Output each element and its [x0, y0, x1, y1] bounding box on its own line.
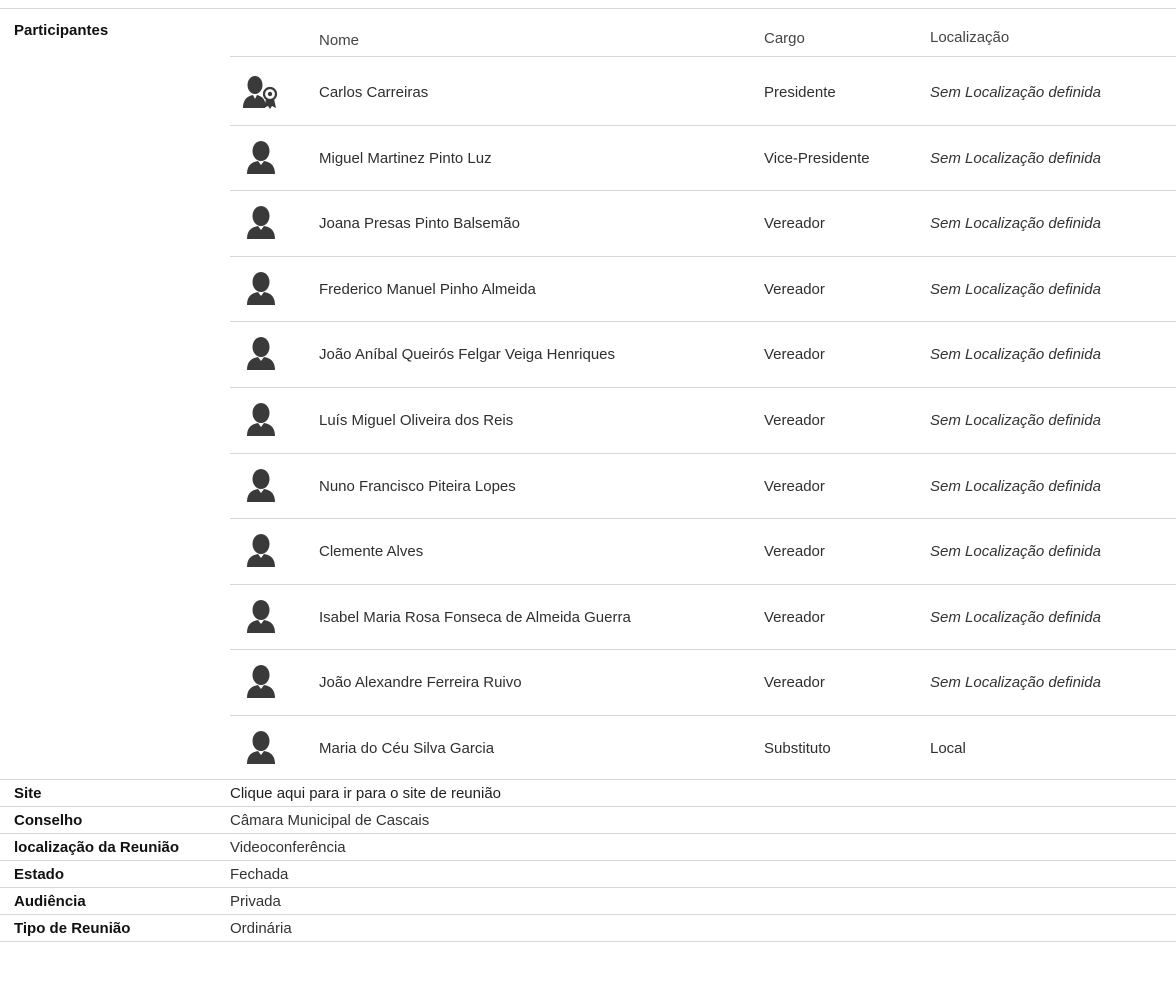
participant-role: Vereador	[764, 346, 825, 364]
status-value: Fechada	[230, 866, 289, 883]
participant-location: Sem Localização definida	[930, 346, 1101, 364]
president-icon	[241, 72, 281, 112]
header-divider	[230, 56, 1176, 57]
row-divider	[230, 584, 1176, 585]
participant-name: Luís Miguel Oliveira dos Reis	[319, 412, 514, 429]
participant-role: Presidente	[764, 84, 836, 101]
row-divider	[230, 125, 1176, 126]
column-header-location: Localização	[930, 29, 1010, 46]
top-divider	[0, 8, 1176, 9]
row-divider	[230, 256, 1176, 257]
audience-label: Audiência	[14, 893, 86, 910]
row-divider	[230, 715, 1176, 716]
participant-name: Clemente Alves	[319, 543, 424, 561]
council-label: Conselho	[14, 812, 83, 829]
detail-divider	[0, 941, 1176, 942]
participant-role: Vice-Presidente	[764, 149, 870, 167]
meeting-location-label: localização da Reunião	[14, 839, 180, 856]
participant-role: Vereador	[764, 280, 825, 298]
person-icon	[241, 334, 281, 374]
row-divider	[230, 453, 1176, 454]
person-icon	[241, 662, 281, 702]
meeting-type-label: Tipo de Reunião	[14, 920, 131, 937]
person-icon	[241, 531, 281, 571]
participant-name: Nuno Francisco Piteira Lopes	[319, 477, 516, 495]
meeting-type-value: Ordinária	[230, 920, 292, 937]
participant-role: Vereador	[764, 477, 825, 495]
person-icon	[241, 597, 281, 637]
status-label: Estado	[14, 866, 65, 883]
audience-value: Privada	[230, 893, 281, 910]
participant-location: Sem Localização definida	[930, 543, 1101, 561]
participant-name: Carlos Carreiras	[319, 84, 429, 101]
column-header-role: Cargo	[764, 30, 805, 47]
participant-name: João Alexandre Ferreira Ruivo	[319, 674, 522, 692]
participant-name: Miguel Martinez Pinto Luz	[319, 149, 492, 167]
meeting-location-value: Videoconferência	[230, 839, 346, 856]
participant-location: Sem Localização definida	[930, 608, 1101, 626]
participant-role: Vereador	[764, 608, 825, 626]
person-icon	[241, 400, 281, 440]
participant-name: Joana Presas Pinto Balsemão	[319, 215, 520, 233]
participant-name: Maria do Céu Silva Garcia	[319, 740, 495, 757]
participant-location: Sem Localização definida	[930, 280, 1101, 298]
participant-location: Sem Localização definida	[930, 477, 1101, 495]
participant-name: Isabel Maria Rosa Fonseca de Almeida Gue…	[319, 608, 631, 626]
participant-role: Vereador	[764, 543, 825, 561]
person-icon	[241, 269, 281, 309]
detail-divider	[0, 860, 1176, 861]
participant-location: Sem Localização definida	[930, 84, 1101, 101]
participant-location: Sem Localização definida	[930, 674, 1101, 692]
participant-role: Vereador	[764, 674, 825, 692]
participant-location: Sem Localização definida	[930, 149, 1101, 167]
detail-divider	[0, 914, 1176, 915]
detail-divider	[0, 833, 1176, 834]
details-top-divider	[0, 779, 1176, 780]
council-value: Câmara Municipal de Cascais	[230, 812, 430, 829]
participants-label: Participantes	[14, 22, 109, 39]
detail-divider	[0, 806, 1176, 807]
participant-location: Sem Localização definida	[930, 215, 1101, 233]
participant-role: Substituto	[764, 740, 831, 757]
row-divider	[230, 649, 1176, 650]
participant-name: Frederico Manuel Pinho Almeida	[319, 280, 536, 298]
detail-divider	[0, 887, 1176, 888]
participant-location: Local	[930, 740, 966, 757]
person-icon	[241, 138, 281, 178]
column-header-name: Nome	[319, 32, 360, 49]
person-icon	[241, 466, 281, 506]
site-label: Site	[14, 785, 42, 802]
row-divider	[230, 387, 1176, 388]
person-icon	[241, 203, 281, 243]
row-divider	[230, 518, 1176, 519]
participant-location: Sem Localização definida	[930, 412, 1101, 429]
row-divider	[230, 321, 1176, 322]
participant-role: Vereador	[764, 215, 825, 233]
person-icon	[241, 728, 281, 768]
row-divider	[230, 190, 1176, 191]
participant-role: Vereador	[764, 412, 825, 429]
participant-name: João Aníbal Queirós Felgar Veiga Henriqu…	[319, 346, 616, 364]
site-link[interactable]: Clique aqui para ir para o site de reuni…	[230, 785, 501, 802]
